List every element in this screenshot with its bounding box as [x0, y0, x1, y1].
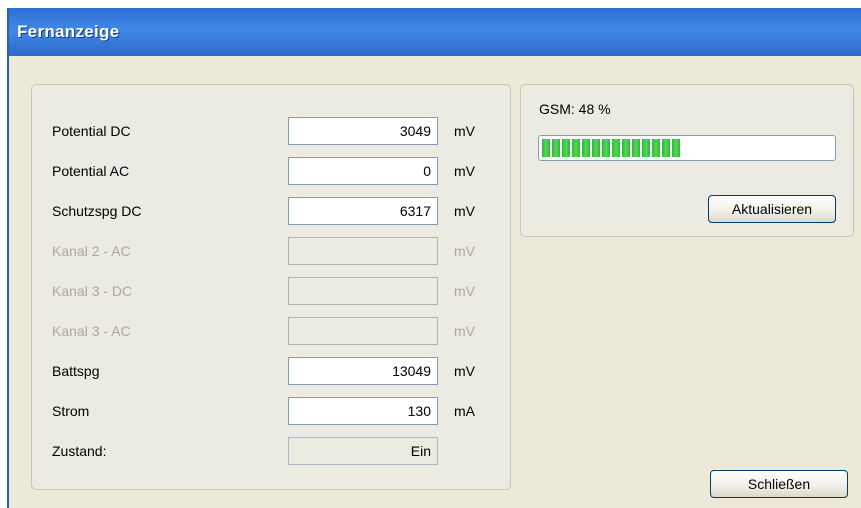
- label-kanal3-dc: Kanal 3 - DC: [52, 283, 133, 299]
- zustand-field: Ein: [288, 437, 438, 465]
- kanal3-dc-field: [288, 277, 438, 305]
- battspg-field[interactable]: 13049: [288, 357, 438, 385]
- title-bar[interactable]: Fernanzeige: [9, 8, 861, 56]
- unit-strom: mA: [454, 403, 475, 419]
- close-button[interactable]: Schließen: [710, 470, 848, 498]
- potential-ac-field[interactable]: 0: [288, 157, 438, 185]
- label-potential-dc: Potential DC: [52, 123, 131, 139]
- fernanzeige-window: Fernanzeige Potential DC 3049 mV Potenti…: [7, 8, 861, 508]
- kanal3-ac-field: [288, 317, 438, 345]
- label-kanal2-ac: Kanal 2 - AC: [52, 243, 131, 259]
- gsm-signal-progress-bar: [538, 135, 836, 161]
- schutzspg-dc-field[interactable]: 6317: [288, 197, 438, 225]
- unit-battspg: mV: [454, 363, 475, 379]
- label-schutzspg-dc: Schutzspg DC: [52, 203, 142, 219]
- window-title: Fernanzeige: [17, 22, 120, 41]
- label-battspg: Battspg: [52, 363, 100, 379]
- unit-potential-ac: mV: [454, 163, 475, 179]
- label-strom: Strom: [52, 403, 90, 419]
- unit-kanal2-ac: mV: [454, 243, 475, 259]
- unit-schutzspg-dc: mV: [454, 203, 475, 219]
- potential-dc-field[interactable]: 3049: [288, 117, 438, 145]
- label-kanal3-ac: Kanal 3 - AC: [52, 323, 131, 339]
- strom-field[interactable]: 130: [288, 397, 438, 425]
- label-potential-ac: Potential AC: [52, 163, 130, 179]
- gsm-signal-fill: [542, 139, 682, 157]
- unit-kanal3-dc: mV: [454, 283, 475, 299]
- unit-potential-dc: mV: [454, 123, 475, 139]
- unit-kanal3-ac: mV: [454, 323, 475, 339]
- gsm-panel: GSM: 48 % Aktualisieren: [520, 84, 854, 237]
- refresh-button[interactable]: Aktualisieren: [708, 195, 836, 223]
- measurements-panel: Potential DC 3049 mV Potential AC 0 mV S…: [31, 84, 511, 490]
- kanal2-ac-field: [288, 237, 438, 265]
- label-zustand: Zustand:: [52, 443, 107, 459]
- gsm-signal-label: GSM: 48 %: [539, 101, 611, 117]
